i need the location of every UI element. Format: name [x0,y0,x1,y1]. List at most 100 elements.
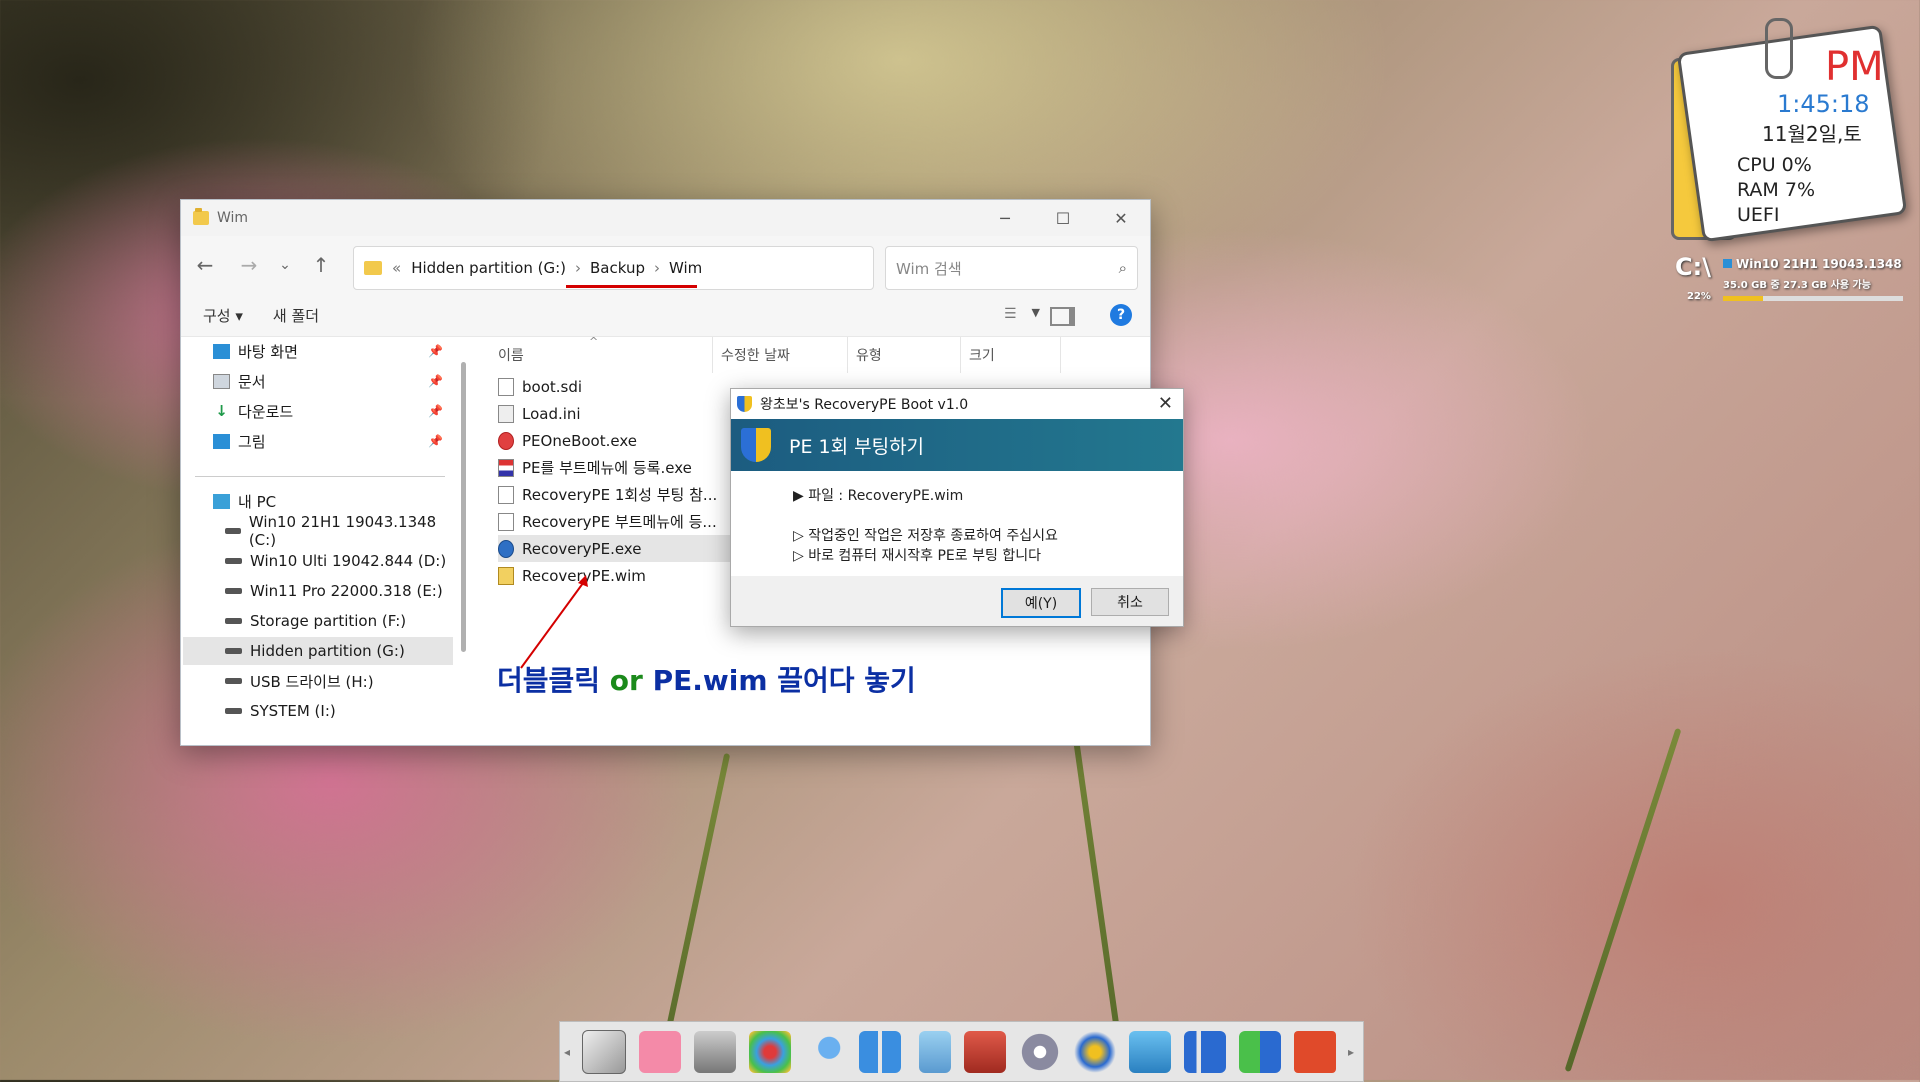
dialog-heading: PE 1회 부팅하기 [789,435,925,458]
pin-icon[interactable]: 📌 [428,344,443,358]
scroll-right-icon[interactable]: ▸ [1344,1045,1358,1059]
folder-icon [364,261,382,275]
back-arrow-icon[interactable]: ← [189,249,221,281]
organize-menu[interactable]: 구성 ▾ [203,305,243,326]
file-name: RecoveryPE 부트메뉴에 등... [522,513,717,531]
file-item[interactable]: RecoveryPE 부트메뉴에 등... [498,508,731,535]
drive-icon [225,528,241,534]
cpu-usage: CPU 0% [1737,154,1812,176]
dialog-file-line: ▶ 파일 : RecoveryPE.wim [793,488,964,504]
close-icon[interactable]: ✕ [1158,393,1173,414]
pin-icon[interactable]: 📌 [428,434,443,448]
pin-icon[interactable]: 📌 [428,404,443,418]
up-arrow-icon[interactable]: ↑ [305,249,337,281]
scrollbar[interactable] [461,362,466,652]
title-bar[interactable]: Wim ─ ☐ ✕ [181,200,1150,236]
search-tool-icon[interactable] [804,1030,846,1073]
column-header-date[interactable]: 수정한 날짜 [713,337,848,373]
file-item[interactable]: boot.sdi [498,373,731,400]
drive-icon [225,588,242,594]
address-bar[interactable]: « Hidden partition (G:) › Backup › Wim [353,246,874,290]
recent-chevron-icon[interactable]: ⌄ [269,249,301,281]
scanner-icon[interactable] [694,1030,736,1073]
dialog-banner: PE 1회 부팅하기 [731,419,1183,471]
annotation-part: 더블클릭 [497,664,601,697]
breadcrumb-overflow[interactable]: « [392,259,401,277]
drive-icon [225,618,242,624]
column-header-size[interactable]: 크기 [961,337,1061,373]
nav-label: 내 PC [238,492,277,511]
file-item[interactable]: PEOneBoot.exe [498,427,731,454]
disk-tool-icon[interactable] [1019,1030,1061,1073]
phone-icon[interactable] [919,1030,951,1073]
breadcrumb-item[interactable]: Wim [669,259,702,277]
file-item[interactable]: PE를 부트메뉴에 등록.exe [498,454,731,481]
exe-icon [498,431,514,450]
column-header-name[interactable]: 이름 ^ [476,335,713,373]
chart-app-icon[interactable] [1184,1030,1226,1073]
search-box[interactable]: Wim 검색 ⌕ [885,246,1138,290]
breadcrumb-item[interactable]: Backup [590,259,645,277]
breadcrumb-item[interactable]: Hidden partition (G:) [411,259,566,277]
nav-drive-i[interactable]: SYSTEM (I:) [183,697,453,725]
maximize-button[interactable]: ☐ [1034,200,1092,236]
drive-tool-icon[interactable] [582,1029,626,1074]
nav-drive-d[interactable]: Win10 Ulti 19042.844 (D:) [183,547,453,575]
nav-drive-c[interactable]: Win10 21H1 19043.1348 (C:) [183,513,453,549]
paint-icon[interactable] [749,1030,791,1073]
dialog-info-line: ▷ 바로 컴퓨터 재시작후 PE로 부팅 합니다 [793,548,1041,564]
help-icon[interactable]: ? [1110,304,1132,326]
disk-name: Win10 21H1 19043.1348 [1723,257,1902,271]
drive-icon [225,648,242,654]
flower-stem [1564,727,1682,1073]
nav-drive-g[interactable]: Hidden partition (G:) [183,637,453,665]
windows-start-icon[interactable] [639,1030,681,1073]
chevron-right-icon[interactable]: › [575,259,581,277]
disk-percent: 22% [1687,291,1711,302]
power-icon[interactable] [1294,1030,1336,1073]
nav-documents[interactable]: 문서 📌 [183,367,453,395]
annotation-arrow [520,575,588,669]
file-name: PEOneBoot.exe [522,431,637,450]
nav-this-pc[interactable]: 내 PC [183,487,453,515]
window-title: Wim [217,210,249,226]
close-button[interactable]: ✕ [1092,200,1150,236]
nav-drive-e[interactable]: Win11 Pro 22000.318 (E:) [183,577,453,605]
pin-icon[interactable]: 📌 [428,374,443,388]
view-options-icon[interactable]: ☰ [1004,306,1020,322]
forward-arrow-icon[interactable]: → [233,249,265,281]
column-header-type[interactable]: 유형 [848,337,961,373]
nav-desktop[interactable]: 바탕 화면 📌 [183,337,453,365]
chevron-right-icon[interactable]: › [654,259,660,277]
file-name: PE를 부트메뉴에 등록.exe [522,459,692,477]
file-item[interactable]: RecoveryPE 1회성 부팅 참... [498,481,731,508]
nav-pictures[interactable]: 그림 📌 [183,427,453,455]
dialog-info-line: ▷ 작업중인 작업은 저장후 종료하여 주십시요 [793,528,1058,544]
dialog-title-bar[interactable]: 왕초보's RecoveryPE Boot v1.0 ✕ [731,389,1183,419]
drive-icon [225,708,242,714]
windows-logo-icon[interactable] [1074,1030,1116,1073]
minimize-button[interactable]: ─ [976,200,1034,236]
new-folder-button[interactable]: 새 폴더 [273,305,319,326]
column-label: 이름 [498,348,524,364]
recoverype-dialog: 왕초보's RecoveryPE Boot v1.0 ✕ PE 1회 부팅하기 … [730,388,1184,627]
nav-drive-f[interactable]: Storage partition (F:) [183,607,453,635]
yes-button[interactable]: 예(Y) [1001,588,1081,618]
grid-apps-icon[interactable] [859,1030,901,1073]
camera-icon[interactable] [1129,1030,1171,1073]
nav-label: Win11 Pro 22000.318 (E:) [250,582,443,600]
scroll-left-icon[interactable]: ◂ [560,1045,574,1059]
nav-downloads[interactable]: ↓ 다운로드 📌 [183,397,453,425]
nav-label: USB 드라이브 (H:) [250,672,374,691]
chevron-down-icon[interactable]: ▼ [1032,306,1040,319]
toolbox-icon[interactable] [964,1030,1006,1073]
disk-widget: C:\ Win10 21H1 19043.1348 35.0 GB 중 27.3… [1675,253,1915,309]
paperclip-icon [1765,18,1793,79]
preview-pane-icon[interactable] [1050,307,1075,326]
install-icon[interactable] [1239,1030,1281,1073]
drive-letter: C:\ [1675,253,1711,281]
cancel-button[interactable]: 취소 [1091,588,1169,616]
file-item[interactable]: Load.ini [498,400,731,427]
file-item-selected[interactable]: RecoveryPE.exe [498,535,731,562]
nav-drive-h[interactable]: USB 드라이브 (H:) [183,667,453,695]
